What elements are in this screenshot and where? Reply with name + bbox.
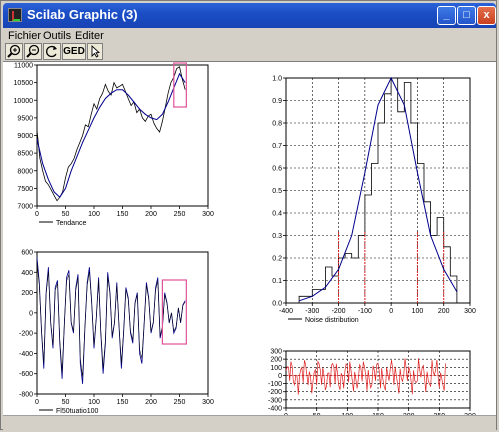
y-tick-label: -400 xyxy=(268,406,282,413)
y-tick-label: -200 xyxy=(268,389,282,396)
x-tick-label: -300 xyxy=(305,308,319,315)
zoom-in-icon xyxy=(7,44,21,58)
x-tick-label: 200 xyxy=(145,399,157,406)
window-title: Scilab Graphic (3) xyxy=(27,7,138,22)
toolbar: GED xyxy=(3,43,496,61)
legend-label: Fl50tuatio100 xyxy=(56,408,99,415)
y-tick-label: 400 xyxy=(21,270,33,277)
data-line xyxy=(36,66,186,202)
y-tick-label: -100 xyxy=(268,381,282,388)
x-tick-label: 100 xyxy=(88,399,100,406)
y-tick-label: 0.2 xyxy=(272,256,282,263)
scilab-icon xyxy=(8,8,22,22)
zoom-out-icon xyxy=(26,44,40,58)
x-tick-label: 100 xyxy=(412,308,424,315)
x-tick-label: 200 xyxy=(438,308,450,315)
y-tick-label: 0.3 xyxy=(272,233,282,240)
menu-outils[interactable]: Outils xyxy=(43,30,71,42)
legend-label: Tendance xyxy=(56,220,86,227)
y-tick-label: 0.8 xyxy=(272,121,282,128)
y-tick-label: 8000 xyxy=(17,168,33,175)
pointer-icon xyxy=(91,44,101,58)
zoom-out-button[interactable] xyxy=(24,43,42,60)
y-tick-label: 11000 xyxy=(14,63,33,70)
x-tick-label: -400 xyxy=(279,308,293,315)
x-tick-label: 150 xyxy=(117,211,129,218)
x-tick-label: 100 xyxy=(88,211,100,218)
x-tick-label: -100 xyxy=(358,308,372,315)
pointer-button[interactable] xyxy=(87,43,103,60)
y-tick-label: 7500 xyxy=(17,186,33,193)
close-button[interactable]: x xyxy=(477,6,496,25)
x-tick-label: 200 xyxy=(145,211,157,218)
plot-frame xyxy=(36,64,209,207)
y-tick-label: 10000 xyxy=(14,98,34,105)
maximize-button[interactable]: □ xyxy=(457,6,476,25)
y-tick-label: 600 xyxy=(21,250,33,257)
x-tick-label: 250 xyxy=(174,399,186,406)
y-tick-label: 200 xyxy=(270,357,282,364)
y-tick-label: -300 xyxy=(268,397,282,404)
title-bar[interactable]: Scilab Graphic (3) _ □ x xyxy=(3,3,496,28)
y-tick-label: -400 xyxy=(19,351,33,358)
zoom-in-button[interactable] xyxy=(5,43,23,60)
x-tick-label: 50 xyxy=(62,211,70,218)
graphic-window: Scilab Graphic (3) _ □ x Fichier Outils … xyxy=(0,0,497,430)
highlight-box xyxy=(161,279,187,345)
x-tick-label: 250 xyxy=(174,211,186,218)
x-tick-label: 0 xyxy=(35,211,39,218)
y-tick-label: 9000 xyxy=(17,133,33,140)
y-tick-label: 10500 xyxy=(14,80,34,87)
y-tick-label: 0.0 xyxy=(272,301,282,308)
y-tick-label: 0 xyxy=(29,310,33,317)
rotate-icon xyxy=(46,45,57,58)
trend-line xyxy=(36,72,186,198)
x-tick-label: 300 xyxy=(202,399,214,406)
y-tick-label: -800 xyxy=(19,392,33,399)
y-tick-label: -600 xyxy=(19,371,33,378)
y-tick-label: 8500 xyxy=(17,151,33,158)
y-tick-label: 300 xyxy=(270,349,282,356)
y-tick-label: 0.4 xyxy=(272,211,282,218)
y-tick-label: 0 xyxy=(278,373,282,380)
menu-fichier[interactable]: Fichier xyxy=(8,30,41,42)
y-tick-label: -200 xyxy=(19,331,33,338)
ged-button[interactable]: GED xyxy=(62,43,86,60)
y-tick-label: 7000 xyxy=(17,204,33,211)
y-tick-label: 0.6 xyxy=(272,166,282,173)
minimize-button[interactable]: _ xyxy=(437,6,456,25)
y-tick-label: 0.1 xyxy=(272,278,282,285)
gaussian-fit-curve xyxy=(298,76,458,302)
x-tick-label: 50 xyxy=(62,399,70,406)
status-bar xyxy=(3,415,496,430)
x-tick-label: 0 xyxy=(389,308,393,315)
y-tick-label: 0.5 xyxy=(272,188,282,195)
x-tick-label: -200 xyxy=(332,308,346,315)
x-tick-label: 300 xyxy=(464,308,476,315)
y-tick-label: 0.7 xyxy=(272,143,282,150)
x-tick-label: 150 xyxy=(117,399,129,406)
y-tick-label: 9500 xyxy=(17,115,33,122)
y-tick-label: 1.0 xyxy=(272,76,282,83)
legend-label: Noise distribution xyxy=(305,317,359,324)
y-tick-label: 200 xyxy=(21,290,33,297)
y-tick-label: 0.9 xyxy=(272,98,282,105)
x-tick-label: 300 xyxy=(202,211,214,218)
x-tick-label: 0 xyxy=(35,399,39,406)
menu-editer[interactable]: Editer xyxy=(75,30,104,42)
rotate-button[interactable] xyxy=(43,43,61,60)
noise-signal-line xyxy=(285,358,446,395)
plots-svg: 1100010500100009500900085008000750070000… xyxy=(14,62,476,420)
y-tick-label: 100 xyxy=(270,365,282,372)
graphic-canvas[interactable]: 11000 10500 10000 9500 9000 8500 8000 7500 7000 0… xyxy=(3,61,496,420)
